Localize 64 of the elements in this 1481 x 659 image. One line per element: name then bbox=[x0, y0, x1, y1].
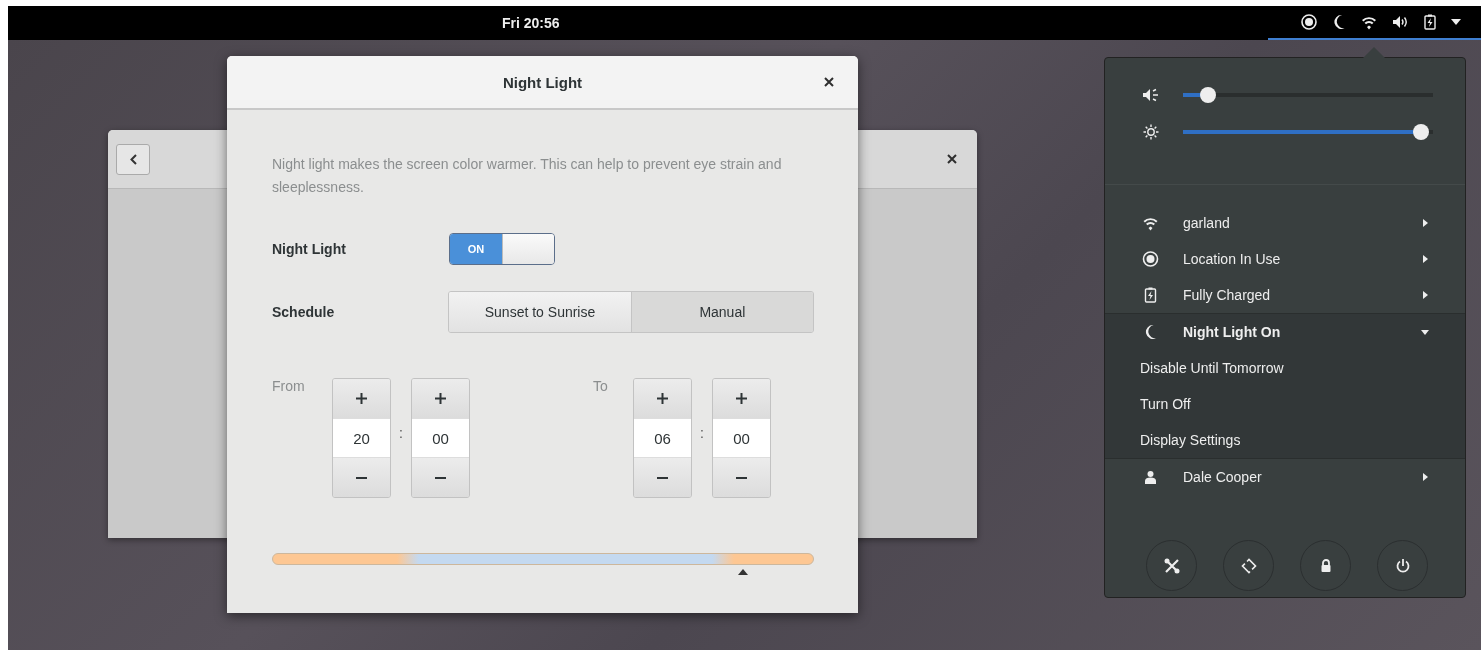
increment-button[interactable] bbox=[713, 379, 770, 418]
submenu-item[interactable]: Turn Off bbox=[1105, 386, 1465, 422]
increment-button[interactable] bbox=[634, 379, 691, 418]
person-icon bbox=[1142, 470, 1159, 484]
time-separator: : bbox=[699, 425, 705, 441]
rotation-icon bbox=[1240, 557, 1257, 574]
minus-icon bbox=[435, 476, 446, 479]
menu-item[interactable]: Night Light On bbox=[1105, 314, 1465, 350]
battery-icon bbox=[1142, 287, 1159, 303]
schedule-option[interactable]: Manual bbox=[630, 292, 813, 332]
time-field[interactable]: 00 bbox=[412, 418, 469, 458]
location-icon bbox=[1142, 251, 1159, 267]
power-button[interactable] bbox=[1377, 540, 1428, 591]
dialog-title: Night Light bbox=[502, 73, 583, 91]
time-field[interactable]: 20 bbox=[333, 418, 390, 458]
moon-icon bbox=[1332, 14, 1346, 30]
minus-icon bbox=[736, 476, 747, 479]
caret-right-icon bbox=[1421, 473, 1429, 481]
menu-item[interactable]: Location In Use bbox=[1105, 241, 1465, 277]
submenu-item[interactable]: Display Settings bbox=[1105, 422, 1465, 458]
time-label: From bbox=[272, 378, 306, 394]
close-icon bbox=[947, 154, 957, 164]
menu-item[interactable]: garland bbox=[1105, 205, 1465, 241]
wifi-icon bbox=[1361, 14, 1377, 30]
minus-icon bbox=[657, 476, 668, 479]
caret-right-icon bbox=[1421, 219, 1429, 227]
settings-button[interactable] bbox=[1146, 540, 1197, 591]
speaker-icon bbox=[1392, 15, 1409, 29]
plus-icon bbox=[657, 393, 668, 404]
increment-button[interactable] bbox=[412, 379, 469, 418]
wifi-icon bbox=[1142, 215, 1159, 231]
time-field[interactable]: 06 bbox=[634, 418, 691, 458]
settings-icon bbox=[1163, 557, 1180, 574]
caret-right-icon bbox=[1421, 255, 1429, 263]
menu-item[interactable]: Dale Cooper bbox=[1105, 459, 1465, 495]
plus-icon bbox=[435, 393, 446, 404]
battery-icon bbox=[1424, 14, 1436, 30]
menu-item[interactable]: Fully Charged bbox=[1105, 277, 1465, 313]
slider-handle[interactable] bbox=[1200, 86, 1216, 103]
submenu-item[interactable]: Disable Until Tomorrow bbox=[1105, 350, 1465, 386]
slider-handle[interactable] bbox=[1412, 123, 1429, 140]
speaker-muted-icon bbox=[1141, 87, 1161, 102]
setting-label: Schedule bbox=[272, 304, 336, 320]
description-text: Night light makes the screen color warmer. This can help to prevent eye strain and sleeplessness. bbox=[272, 155, 783, 197]
time-field[interactable]: 00 bbox=[713, 418, 770, 458]
clock[interactable]: Fri 20:56 bbox=[502, 15, 560, 31]
back-button[interactable] bbox=[116, 143, 150, 175]
power-icon bbox=[1394, 557, 1411, 574]
sun-icon bbox=[1141, 123, 1161, 140]
minus-icon bbox=[356, 476, 367, 479]
dropdown-caret-icon[interactable] bbox=[1451, 19, 1461, 25]
lock-button[interactable] bbox=[1300, 540, 1351, 591]
caret-right-icon bbox=[1421, 291, 1429, 299]
time-separator: : bbox=[398, 425, 404, 441]
schedule-option[interactable]: Sunset to Sunrise bbox=[449, 292, 631, 332]
plus-icon bbox=[356, 393, 367, 404]
plus-icon bbox=[736, 393, 747, 404]
setting-label: Night Light bbox=[272, 241, 347, 257]
back-icon bbox=[129, 153, 137, 165]
close-icon bbox=[824, 77, 834, 87]
caret-down-icon bbox=[1421, 328, 1429, 336]
time-label: To bbox=[593, 378, 609, 394]
location-icon bbox=[1301, 14, 1317, 30]
increment-button[interactable] bbox=[333, 379, 390, 418]
